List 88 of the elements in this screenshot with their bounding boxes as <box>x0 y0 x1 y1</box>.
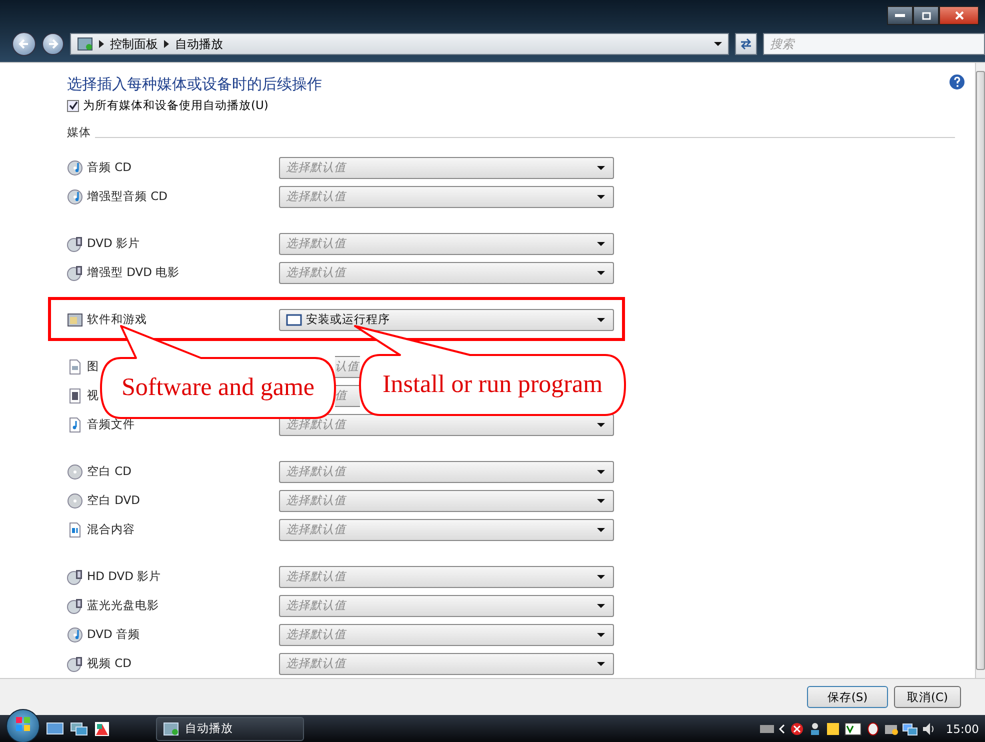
music-file-icon <box>67 416 83 433</box>
dialog-button[interactable]: 取消(C) <box>894 686 961 708</box>
forward-arrow-icon <box>47 38 59 50</box>
flag-logo-icon <box>15 716 31 732</box>
window-icon <box>286 314 302 326</box>
search-field[interactable]: 搜索 <box>763 33 985 55</box>
media-label: 图 <box>87 359 99 374</box>
media-label: 视 <box>87 388 99 404</box>
media-label: 混合内容 <box>87 522 135 538</box>
video-file-icon <box>67 388 83 404</box>
close-button[interactable] <box>939 6 979 25</box>
address-bar[interactable]: 控制面板 自动播放 <box>70 33 729 55</box>
action-dropdown[interactable]: 选择默认值 <box>279 624 614 646</box>
refresh-arrows-icon <box>739 38 753 50</box>
back-button[interactable] <box>12 32 36 56</box>
disc-icon <box>67 464 83 480</box>
back-arrow-icon <box>18 38 30 50</box>
action-dropdown[interactable]: 选择默认值 <box>279 460 614 483</box>
media-label: 增强型音频 CD <box>87 189 168 204</box>
action-dropdown[interactable]: 选择默认值 <box>279 518 614 541</box>
disc-music-icon <box>67 160 83 176</box>
dialog-button[interactable]: 保存(S) <box>807 686 888 708</box>
dropdown-caret-icon[interactable] <box>714 42 722 46</box>
mixed-file-icon <box>67 522 83 538</box>
disc-music-icon <box>67 626 83 643</box>
program-window-icon <box>67 312 83 328</box>
disc-film-icon <box>67 656 83 672</box>
app-icon[interactable] <box>94 720 110 736</box>
refresh-button[interactable] <box>735 33 757 55</box>
media-label: DVD 影片 <box>87 236 140 252</box>
media-label: 蓝光光盘电影 <box>87 598 159 614</box>
disc-music-icon <box>67 188 83 205</box>
network-icon[interactable] <box>902 722 918 736</box>
shield-icon[interactable] <box>790 722 804 736</box>
action-dropdown[interactable]: 选择默认值 <box>279 232 614 255</box>
control-panel-icon <box>77 37 93 51</box>
help-icon[interactable] <box>949 74 965 90</box>
callout-text: Install or run program <box>381 371 604 399</box>
clock[interactable]: 15:00 <box>946 722 979 736</box>
action-dropdown[interactable]: 选择默认值 <box>279 490 614 512</box>
taskbar-button[interactable]: 自动播放 <box>156 716 304 740</box>
media-label: DVD 音频 <box>87 627 140 642</box>
media-label: 空白 CD <box>87 464 132 480</box>
forward-button[interactable] <box>42 33 64 55</box>
chevron-icon <box>164 40 169 48</box>
media-label: 空白 DVD <box>87 493 140 508</box>
disc-film-icon <box>67 598 83 614</box>
chevron-icon <box>99 40 104 48</box>
media-label: HD DVD 影片 <box>87 569 162 584</box>
action-dropdown[interactable]: 值 <box>335 384 360 407</box>
minimize-icon <box>895 14 905 18</box>
action-dropdown[interactable]: 选择默认值 <box>279 262 614 284</box>
media-label: 软件和游戏 <box>87 312 147 328</box>
action-dropdown[interactable]: 认值 <box>335 356 360 378</box>
callout-text: Software and game <box>120 374 316 402</box>
media-label: 音频文件 <box>87 417 135 432</box>
chevron-left-icon[interactable] <box>778 724 786 734</box>
action-dropdown[interactable]: 安装或运行程序 <box>279 308 614 331</box>
page-heading: 选择插入每种媒体或设备时的后续操作 <box>67 75 323 94</box>
section-title: 媒体 <box>67 125 91 140</box>
action-dropdown[interactable]: 选择默认值 <box>279 652 614 675</box>
start-button[interactable] <box>6 708 40 742</box>
disc-film-icon <box>67 568 83 585</box>
desktop-icon[interactable] <box>46 722 64 736</box>
disc-film-icon <box>67 236 83 252</box>
autoplay-checkbox[interactable]: 为所有媒体和设备使用自动播放(U) <box>67 98 955 114</box>
control-panel-icon <box>163 722 179 736</box>
minimize-button[interactable] <box>887 6 913 25</box>
keyboard-icon[interactable] <box>760 724 774 734</box>
maximize-icon <box>922 12 930 20</box>
action-dropdown[interactable]: 选择默认值 <box>279 594 614 617</box>
action-dropdown[interactable]: 选择默认值 <box>279 566 614 588</box>
scrollbar[interactable] <box>975 63 985 678</box>
maximize-button[interactable] <box>913 6 939 25</box>
media-label: 视频 CD <box>87 656 132 672</box>
breadcrumb[interactable]: 控制面板 <box>110 36 158 52</box>
picture-file-icon <box>67 358 83 375</box>
action-dropdown[interactable]: 选择默认值 <box>279 186 614 208</box>
disc-film-icon <box>67 264 83 281</box>
checkmark-icon <box>68 101 78 110</box>
switch-windows-icon[interactable] <box>70 722 88 736</box>
media-label: 音频 CD <box>87 160 132 176</box>
disc-icon <box>67 492 83 509</box>
breadcrumb[interactable]: 自动播放 <box>175 36 223 52</box>
close-icon <box>954 11 964 20</box>
action-dropdown[interactable]: 选择默认值 <box>279 156 614 179</box>
speaker-icon[interactable] <box>922 722 936 736</box>
media-label: 增强型 DVD 电影 <box>87 265 180 280</box>
